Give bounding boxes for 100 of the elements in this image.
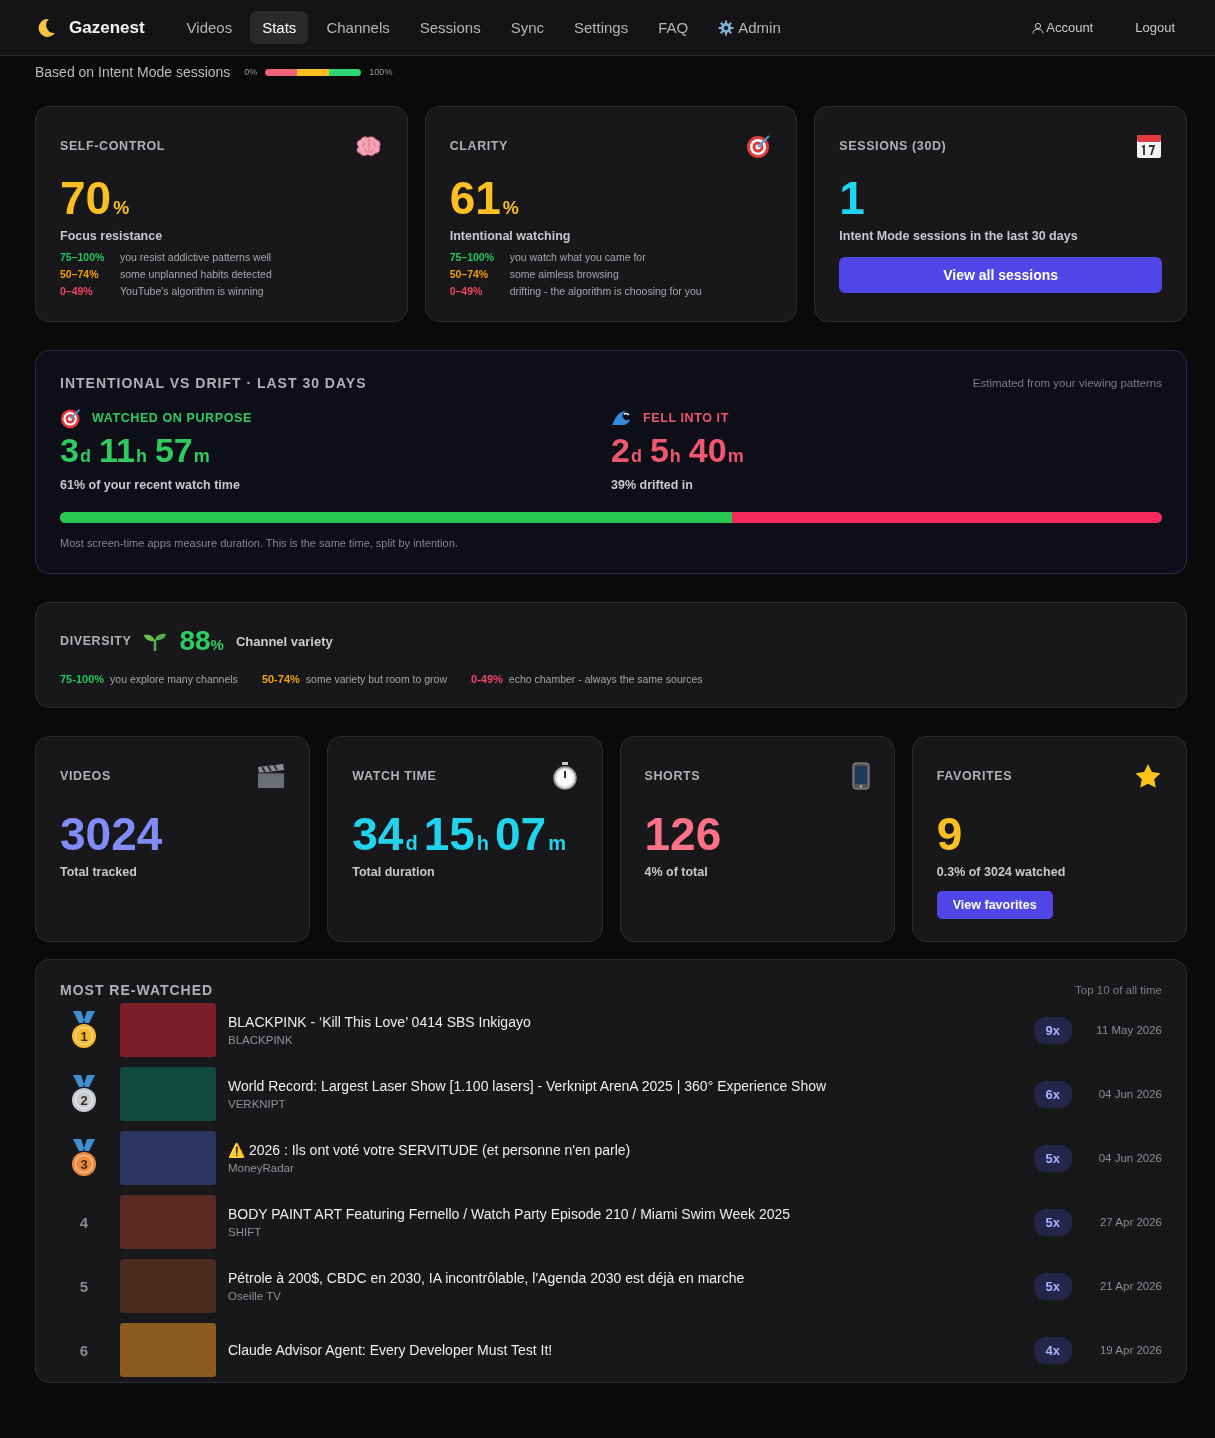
clapperboard-icon <box>257 763 286 789</box>
rewatch-count: 6x <box>1033 1080 1072 1108</box>
range-description: YouTube's algorithm is winning <box>120 285 264 297</box>
purpose-label: WATCHED ON PURPOSE <box>92 411 252 425</box>
panel-note: Top 10 of all time <box>1075 984 1162 996</box>
score-caption: Intentional watching <box>449 229 572 243</box>
panel-title: MOST RE-WATCHED <box>60 982 214 998</box>
panel-note: Estimated from your viewing patterns <box>972 377 1162 389</box>
rewatch-count: 5x <box>1033 1144 1072 1172</box>
video-title[interactable]: Pétrole à 200$, CBDC en 2030, IA incontrôlable, l'Agenda 2030 est déjà en marche <box>228 1270 1018 1286</box>
panel-title: INTENTIONAL VS DRIFT · LAST 30 DAYS <box>60 375 367 391</box>
star-icon <box>1134 763 1162 789</box>
channel-name: BLACKPINK <box>228 1034 294 1046</box>
range-description: you resist addictive patterns well <box>120 251 272 263</box>
nav-tab[interactable]: Admin <box>706 11 793 44</box>
mobile-phone-icon <box>851 762 870 790</box>
card-title: FAVORITES <box>936 769 1013 783</box>
stat-caption: Total duration <box>352 865 436 879</box>
nav-tab[interactable]: Stats <box>250 11 309 44</box>
last-watched-date: 04 Jun 2026 <box>1097 1152 1162 1164</box>
video-title[interactable]: ⚠ 2026 : Ils ont voté votre SERVITUDE (et personne n'en parle) <box>228 1142 1018 1158</box>
card-title: CLARITY <box>449 139 509 153</box>
score-value: 70% <box>60 175 131 221</box>
channel-name: Oseille TV <box>228 1290 282 1302</box>
drift-label: FELL INTO IT <box>643 411 729 425</box>
view-sessions-button[interactable]: View all sessions <box>839 257 1162 293</box>
channel-name: MoneyRadar <box>228 1162 295 1174</box>
session-count: 1 <box>839 175 866 221</box>
rewatch-count: 9x <box>1033 1016 1072 1044</box>
logout-link[interactable]: Logout <box>1135 20 1175 35</box>
drift-duration: 2d 5h 40m <box>611 431 745 470</box>
range-label: 0–49% <box>449 285 484 297</box>
score-value: 61% <box>449 175 520 221</box>
video-title[interactable]: Claude Advisor Agent: Every Developer Must Test It! <box>228 1342 1018 1358</box>
target-icon <box>746 133 773 159</box>
stat-value: 126 <box>644 811 723 857</box>
panel-footnote: Most screen-time apps measure duration. This is the same time, split by intention. <box>60 537 459 549</box>
last-watched-date: 11 May 2026 <box>1095 1024 1162 1036</box>
stat-value: 34d 15h 07 m <box>352 811 567 857</box>
video-title[interactable]: World Record: Largest Laser Show [1.100 lasers] - Verknipt ArenA 2025 | 360° Experience Show <box>228 1078 1018 1094</box>
range-label: 75–100% <box>449 251 496 263</box>
stat-value: 3024 <box>60 811 164 857</box>
range-description: you watch what you came for <box>509 251 646 263</box>
diversity-score: 88% <box>179 625 224 657</box>
video-title[interactable]: BODY PAINT ART Featuring Fernello / Watch Party Episode 210 / Miami Swim Week 2025 <box>228 1206 1018 1222</box>
range-description: some unplanned habits detected <box>120 268 272 280</box>
rewatch-count: 4x <box>1033 1336 1072 1364</box>
target-icon <box>60 407 82 429</box>
card-title: SESSIONS (30D) <box>839 139 947 153</box>
range-description: some variety but room to grow <box>305 673 448 685</box>
purpose-duration: 3d 11h 57m <box>60 431 211 470</box>
range-description: drifting - the algorithm is choosing for you <box>509 285 702 297</box>
scale-max-label: 100% <box>369 67 393 77</box>
diversity-caption: Channel variety <box>235 633 333 649</box>
last-watched-date: 21 Apr 2026 <box>1098 1280 1162 1292</box>
drift-caption: 39% drifted in <box>611 478 694 492</box>
stat-caption: Total tracked <box>60 865 138 879</box>
nav-tab[interactable]: Channels <box>314 11 402 44</box>
channel-name: SHIFT <box>228 1226 263 1238</box>
nav-tab[interactable]: Sessions <box>407 11 493 44</box>
rank-number: 6 <box>79 1341 89 1359</box>
nav-tab[interactable]: Videos <box>174 11 245 44</box>
rank-number: 5 <box>79 1277 89 1295</box>
rewatch-count: 5x <box>1033 1272 1072 1300</box>
last-watched-date: 04 Jun 2026 <box>1097 1088 1162 1100</box>
stat-caption: 4% of total <box>644 865 709 879</box>
range-label: 50-74% <box>261 673 300 685</box>
brain-icon <box>354 135 383 157</box>
card-title: SHORTS <box>644 769 701 783</box>
nav-tab[interactable]: Settings <box>562 11 641 44</box>
video-title[interactable]: BLACKPINK - ‘Kill This Love’ 0414 SBS Inkigayo <box>228 1014 1018 1030</box>
score-caption: Focus resistance <box>60 229 164 243</box>
range-label: 50–74% <box>60 268 100 280</box>
scale-min-label: 0% <box>244 67 258 77</box>
range-description: some aimless browsing <box>509 268 619 280</box>
brand-name[interactable]: Gazenest <box>69 17 145 38</box>
range-description: echo chamber - always the same sources <box>508 673 703 685</box>
sessions-caption: Intent Mode sessions in the last 30 days <box>839 229 1079 243</box>
last-watched-date: 27 Apr 2026 <box>1098 1216 1162 1228</box>
account-link[interactable]: Account <box>1032 20 1094 35</box>
range-label: 0-49% <box>471 673 503 685</box>
rewatch-count: 5x <box>1033 1208 1072 1236</box>
stopwatch-icon <box>551 762 578 790</box>
last-watched-date: 19 Apr 2026 <box>1098 1344 1162 1356</box>
range-label: 50–74% <box>449 268 490 280</box>
view-favorites-button[interactable]: View favorites <box>936 891 1053 919</box>
nav-tab[interactable]: Sync <box>498 11 556 44</box>
nav-tab[interactable]: FAQ <box>646 11 701 44</box>
range-label: 0–49% <box>60 285 94 297</box>
range-description: you explore many channels <box>110 673 238 685</box>
range-label: 75–100% <box>60 251 106 263</box>
purpose-caption: 61% of your recent watch time <box>60 478 241 492</box>
card-title: VIDEOS <box>60 769 111 783</box>
card-title: WATCH TIME <box>352 769 437 783</box>
channel-name: VERKNIPT <box>228 1098 287 1110</box>
intro-text: Based on Intent Mode sessions <box>35 64 231 80</box>
card-title: SELF-CONTROL <box>60 139 166 153</box>
range-label: 75-100% <box>60 673 105 685</box>
stat-caption: 0.3% of 3024 watched <box>936 865 1067 879</box>
calendar-icon <box>1136 133 1162 159</box>
